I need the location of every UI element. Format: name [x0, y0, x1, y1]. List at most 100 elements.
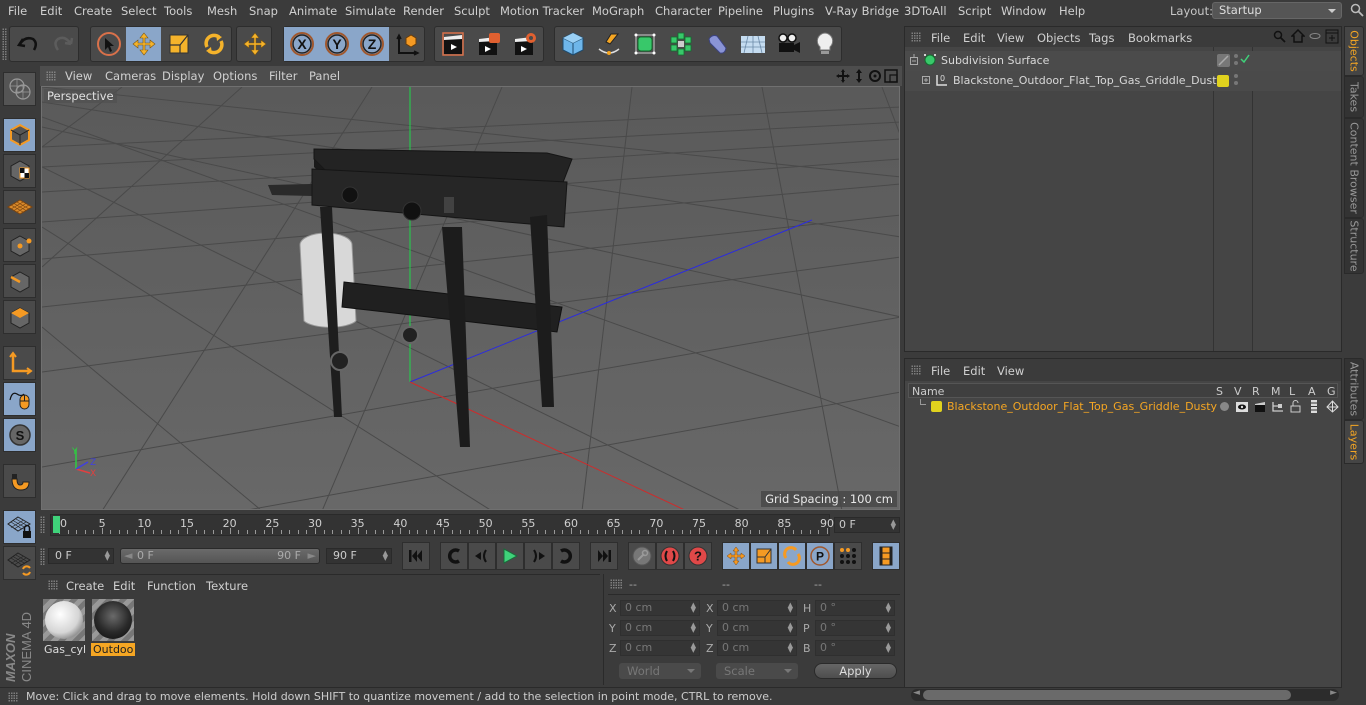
record-keys-button[interactable]: [628, 542, 656, 570]
size-x-field[interactable]: 0 cm ▲ ▼: [717, 600, 797, 616]
zoom-view-icon[interactable]: [851, 68, 867, 84]
texture-mode-button[interactable]: [3, 154, 36, 188]
tab-takes[interactable]: Takes: [1344, 76, 1364, 118]
viewport-menu-filter[interactable]: Filter: [269, 69, 297, 83]
visibility-dots-icon[interactable]: [1233, 53, 1239, 67]
points-mode-button[interactable]: [3, 228, 36, 262]
next-frame-button[interactable]: [524, 542, 552, 570]
material-item[interactable]: Gas_cyli: [42, 598, 86, 656]
column-render[interactable]: R: [1252, 385, 1260, 398]
tab-structure[interactable]: Structure: [1344, 218, 1364, 274]
viewport-menu-cameras[interactable]: Cameras: [105, 69, 156, 83]
menu-animate[interactable]: Animate: [289, 4, 337, 18]
column-solo[interactable]: S: [1216, 385, 1223, 398]
menu-3dtoall[interactable]: 3DToAll: [904, 4, 947, 18]
z-axis-button[interactable]: Z: [354, 27, 389, 61]
menu-vray-bridge[interactable]: V-Ray Bridge: [825, 4, 899, 18]
column-generators[interactable]: G: [1327, 385, 1336, 398]
column-animation[interactable]: A: [1308, 385, 1316, 398]
model-mode-button[interactable]: [3, 118, 36, 152]
render-view-button[interactable]: [435, 27, 470, 61]
visibility-dots-icon[interactable]: [1233, 73, 1239, 87]
object-grip[interactable]: [911, 32, 921, 42]
key-rotation-button[interactable]: [778, 542, 806, 570]
menu-edit[interactable]: Edit: [40, 4, 62, 18]
x-axis-button[interactable]: X: [284, 27, 319, 61]
toolbar-grip[interactable]: [2, 28, 7, 60]
cloner-button[interactable]: [663, 27, 698, 61]
solo-button[interactable]: S: [3, 418, 36, 452]
column-view[interactable]: V: [1234, 385, 1242, 398]
last-tool-button[interactable]: [237, 27, 272, 61]
menu-file[interactable]: File: [8, 4, 27, 18]
autokey-button[interactable]: [656, 542, 684, 570]
eye-icon[interactable]: [1236, 401, 1248, 413]
undo-button[interactable]: [10, 27, 45, 61]
prev-keyframe-button[interactable]: [440, 542, 468, 570]
render-picture-viewer-button[interactable]: [471, 27, 506, 61]
animation-icon[interactable]: [1310, 400, 1318, 413]
home-icon[interactable]: [1291, 29, 1305, 43]
key-pla-button[interactable]: [834, 542, 862, 570]
menu-tools[interactable]: Tools: [164, 4, 192, 18]
layout-select[interactable]: Startup: [1212, 2, 1342, 19]
workplane-lock-button[interactable]: [3, 510, 36, 544]
column-name[interactable]: Name: [912, 385, 944, 398]
obj-menu-edit[interactable]: Edit: [963, 31, 985, 45]
coordinate-mode-select[interactable]: World: [619, 663, 701, 679]
rotation-b-field[interactable]: 0 ° ▲ ▼: [815, 640, 895, 656]
move-tool-button[interactable]: [126, 27, 161, 61]
size-mode-select[interactable]: Scale: [716, 663, 798, 679]
subdivision-surface-button[interactable]: [627, 27, 662, 61]
search-icon[interactable]: [1350, 3, 1364, 17]
layer-row[interactable]: Blackstone_Outdoor_Flat_Top_Gas_Griddle_…: [908, 399, 1339, 415]
polygons-mode-button[interactable]: [3, 300, 36, 334]
layer-menu-view[interactable]: View: [997, 364, 1024, 378]
key-scale-button[interactable]: [750, 542, 778, 570]
maximize-view-icon[interactable]: [883, 68, 899, 84]
position-y-field[interactable]: 0 cm ▲ ▼: [620, 620, 700, 636]
start-frame-field[interactable]: 0 F ▲ ▼: [48, 548, 114, 564]
edges-mode-button[interactable]: [3, 264, 36, 298]
y-axis-button[interactable]: Y: [319, 27, 354, 61]
menu-script[interactable]: Script: [958, 4, 991, 18]
hierarchy-icon[interactable]: [1272, 401, 1284, 413]
make-editable-button[interactable]: [3, 72, 36, 106]
timeline-ruler[interactable]: 0 5 10 15 20 25 30 35 40 45 50 55 60 65 70 75 80 85 90: [50, 514, 834, 536]
coordinate-system-button[interactable]: [389, 27, 424, 61]
eye-toggle-icon[interactable]: [1309, 31, 1321, 41]
frame-range-slider[interactable]: ◄ 0 F 90 F ►: [120, 548, 320, 564]
size-y-field[interactable]: 0 cm ▲ ▼: [717, 620, 797, 636]
rotation-h-field[interactable]: 0 ° ▲ ▼: [815, 600, 895, 616]
menu-sculpt[interactable]: Sculpt: [454, 4, 490, 18]
menu-snap[interactable]: Snap: [249, 4, 278, 18]
layer-color-swatch[interactable]: [1217, 75, 1229, 87]
light-button[interactable]: [807, 27, 842, 61]
obj-menu-tags[interactable]: Tags: [1089, 31, 1114, 45]
viewport-menu-panel[interactable]: Panel: [309, 69, 340, 83]
menu-help[interactable]: Help: [1059, 4, 1085, 18]
workplane-mode-button[interactable]: [3, 190, 36, 224]
column-locked[interactable]: L: [1289, 385, 1295, 398]
menu-mograph[interactable]: MoGraph: [592, 4, 644, 18]
unlock-icon[interactable]: [1290, 400, 1301, 413]
coordinates-grip[interactable]: [610, 579, 622, 589]
current-frame-field[interactable]: 0 F ▲ ▼: [834, 517, 900, 533]
new-window-icon[interactable]: [1325, 29, 1339, 44]
obj-menu-file[interactable]: File: [931, 31, 950, 45]
tab-layers[interactable]: Layers: [1344, 420, 1364, 464]
range-right-arrow-icon[interactable]: ►: [308, 549, 316, 563]
deformer-button[interactable]: [699, 27, 734, 61]
rotate-view-icon[interactable]: [867, 68, 883, 84]
obj-menu-view[interactable]: View: [997, 31, 1024, 45]
playhead[interactable]: [53, 516, 60, 533]
transport-grip[interactable]: [40, 548, 45, 566]
pan-view-icon[interactable]: [835, 68, 851, 84]
menu-motion-tracker[interactable]: Motion Tracker: [500, 4, 584, 18]
material-menu-edit[interactable]: Edit: [113, 579, 135, 593]
3d-viewport[interactable]: Y X Z Perspective Grid Spacing : 100 cm: [41, 86, 900, 510]
menu-character[interactable]: Character: [655, 4, 712, 18]
material-menu-texture[interactable]: Texture: [206, 579, 248, 593]
scrollbar-thumb[interactable]: [923, 690, 1291, 700]
viewport-menu-options[interactable]: Options: [213, 69, 257, 83]
